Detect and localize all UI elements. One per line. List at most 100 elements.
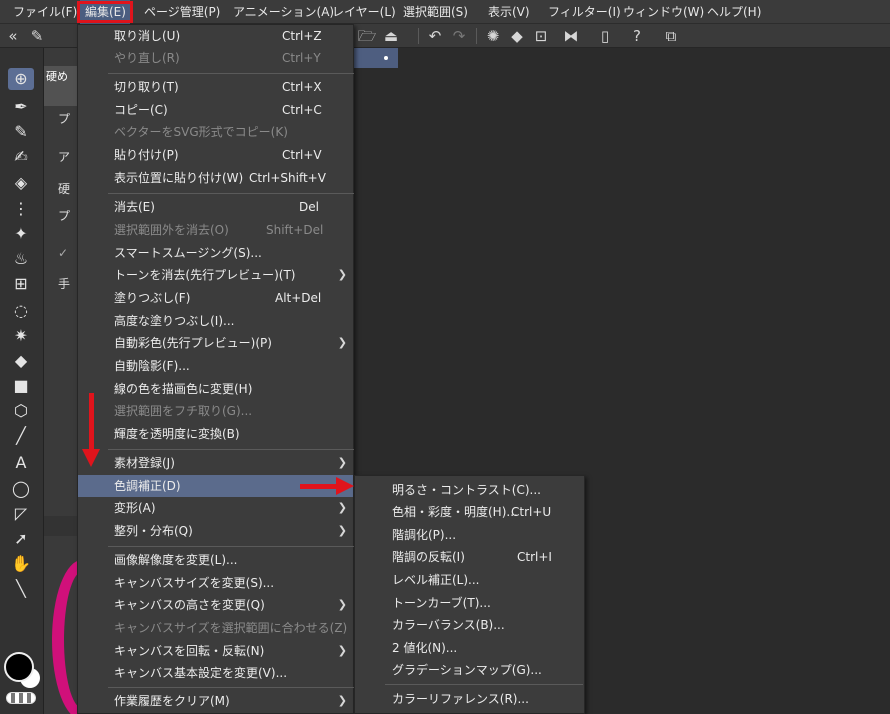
menu-item-canvas-properties[interactable]: キャンバス基本設定を変更(V)... (78, 662, 353, 684)
subtool-checkbox[interactable]: ✓ (58, 246, 68, 260)
edit-menu: 取り消し(U) Ctrl+Z やり直し(R) Ctrl+Y 切り取り(T) Ctrl+… (77, 24, 354, 714)
gradient-tool-icon[interactable]: ■ (8, 375, 34, 397)
menu-window[interactable]: ウィンドウ(W) (623, 0, 704, 24)
menu-item-rotate-flip[interactable]: キャンバスを回転・反転(N) ❯ (78, 640, 353, 662)
menu-item-advanced-fill[interactable]: 高度な塗りつぶし(I)... (78, 310, 353, 332)
grid-tool-icon[interactable]: ⊞ (8, 273, 34, 295)
settings-icon[interactable]: ⧉ (660, 25, 682, 47)
menu-file[interactable]: ファイル(F) (13, 0, 77, 24)
airbrush-tool-icon[interactable]: ✦ (8, 223, 34, 245)
menu-item-copy-svg[interactable]: ベクターをSVG形式でコピー(K) (78, 121, 353, 143)
menu-selection[interactable]: 選択範囲(S) (403, 0, 468, 24)
menu-item-transform[interactable]: 変形(A) ❯ (78, 497, 353, 519)
menu-item-cut[interactable]: 切り取り(T) Ctrl+X (78, 76, 353, 98)
undo-icon[interactable]: ↶ (424, 25, 446, 47)
download-tool-icon[interactable]: ⊕ (8, 68, 34, 90)
submenu-item-color-reference[interactable]: カラーリファレンス(R)... (355, 688, 584, 710)
menu-item-canvas-height[interactable]: キャンバスの高さを変更(Q) ❯ (78, 594, 353, 616)
line-tool-icon[interactable]: ╱ (8, 425, 34, 447)
main-color-swatch[interactable] (4, 652, 34, 682)
menu-filter[interactable]: フィルター(I) (548, 0, 621, 24)
menu-item-undo[interactable]: 取り消し(U) Ctrl+Z (78, 25, 353, 47)
text-tool-icon[interactable]: A (8, 452, 34, 474)
menu-item-resolution[interactable]: 画像解像度を変更(L)... (78, 549, 353, 571)
submenu-item-brightness-contrast[interactable]: 明るさ・コントラスト(C)... (355, 479, 584, 501)
annotation-arrow-down (89, 393, 94, 451)
menu-item-fill[interactable]: 塗りつぶし(F) Alt+Del (78, 287, 353, 309)
transform-icon[interactable]: ⊡ (530, 25, 552, 47)
highlight-box (77, 1, 133, 23)
unsaved-dot-icon (384, 56, 388, 60)
menu-item-luminance-transparency[interactable]: 輝度を透明度に変換(B) (78, 423, 353, 445)
subtool-text-5: 手 (58, 277, 71, 291)
brush-tool-icon[interactable]: ✍ (8, 146, 34, 168)
transparent-color-swatch[interactable] (6, 692, 36, 704)
pen-icon[interactable]: ✎ (26, 25, 48, 47)
menu-item-erase-tone[interactable]: トーンを消去(先行プレビュー)(T) ❯ (78, 264, 353, 286)
submenu-item-reverse-gradient[interactable]: 階調の反転(I) Ctrl+I (355, 546, 584, 568)
submenu-arrow-icon: ❯ (337, 694, 347, 707)
magic-wand-icon[interactable]: ✷ (8, 325, 34, 347)
pen-tool-icon[interactable]: ✒ (8, 96, 34, 118)
menu-item-align[interactable]: 整列・分布(Q) ❯ (78, 520, 353, 542)
menu-item-auto-shading[interactable]: 自動陰影(F)... (78, 355, 353, 377)
menu-help[interactable]: ヘルプ(H) (707, 0, 761, 24)
blend-tool-icon[interactable]: ⋮ (8, 198, 34, 220)
submenu-item-hue-saturation[interactable]: 色相・彩度・明度(H)... Ctrl+U (355, 501, 584, 523)
menu-item-paste[interactable]: 貼り付け(P) Ctrl+V (78, 144, 353, 166)
balloon-tool-icon[interactable]: ◯ (8, 478, 34, 500)
fill-tool-icon[interactable]: ◆ (8, 350, 34, 372)
device-icon[interactable]: ▯ (594, 25, 616, 47)
menu-view[interactable]: 表示(V) (488, 0, 530, 24)
submenu-item-tone-curve[interactable]: トーンカーブ(T)... (355, 592, 584, 614)
flip-icon[interactable]: ⧓ (560, 25, 582, 47)
3d-tool-icon[interactable]: ⬡ (8, 400, 34, 422)
menu-page[interactable]: ページ管理(P) (144, 0, 220, 24)
eyedropper-tool-icon[interactable]: ╲ (8, 578, 34, 600)
menu-item-redo[interactable]: やり直し(R) Ctrl+Y (78, 47, 353, 69)
pencil-tool-icon[interactable]: ✎ (8, 121, 34, 143)
menu-item-border-selection[interactable]: 選択範囲をフチ取り(G)... (78, 400, 353, 422)
decoration-tool-icon[interactable]: ♨ (8, 248, 34, 270)
tool-palette: ⊕ ✒ ✎ ✍ ◈ ⋮ ✦ ♨ ⊞ ◌ ✷ ◆ ■ ⬡ ╱ A ◯ ◸ ➚ ✋ … (0, 48, 44, 714)
menu-item-fit-to-selection[interactable]: キャンバスサイズを選択範囲に合わせる(Z) (78, 617, 353, 639)
menu-item-canvas-size[interactable]: キャンバスサイズを変更(S)... (78, 572, 353, 594)
collapse-icon[interactable]: « (2, 25, 24, 47)
submenu-item-posterize[interactable]: 階調化(P)... (355, 524, 584, 546)
canvas-tab[interactable] (354, 48, 398, 68)
subtool-tab-label: 硬め (46, 70, 68, 83)
submenu-arrow-icon: ❯ (337, 644, 347, 657)
menu-item-paste-in-place[interactable]: 表示位置に貼り付け(W) Ctrl+Shift+V (78, 167, 353, 189)
menu-item-clear-outside[interactable]: 選択範囲外を消去(O) Shift+Del (78, 219, 353, 241)
submenu-item-gradient-map[interactable]: グラデーションマップ(G)... (355, 659, 584, 681)
menu-item-smart-smoothing[interactable]: スマートスムージング(S)... (78, 242, 353, 264)
submenu-item-binarization[interactable]: 2 値化(N)... (355, 637, 584, 659)
loading-icon[interactable]: ✺ (482, 25, 504, 47)
operation-tool-icon[interactable]: ➚ (8, 528, 34, 550)
redo-icon[interactable]: ↷ (448, 25, 470, 47)
menu-item-clear[interactable]: 消去(E) Del (78, 196, 353, 218)
subtool-text-3: 硬 (58, 182, 71, 196)
annotation-arrow-right-head (336, 477, 354, 495)
folder-open-icon[interactable]: 🗁 (356, 25, 378, 47)
eraser-tool-icon[interactable]: ◈ (8, 172, 34, 194)
menu-animation[interactable]: アニメーション(A) (233, 0, 334, 24)
hand-tool-icon[interactable]: ✋ (8, 553, 34, 575)
menu-item-copy[interactable]: コピー(C) Ctrl+C (78, 99, 353, 121)
submenu-arrow-icon: ❯ (337, 598, 347, 611)
lasso-tool-icon[interactable]: ◌ (8, 300, 34, 322)
menu-layer[interactable]: レイヤー(L) (332, 0, 396, 24)
submenu-arrow-icon: ❯ (337, 336, 347, 349)
fill-icon[interactable]: ◆ (506, 25, 528, 47)
export-icon[interactable]: ⏏ (380, 25, 402, 47)
frame-tool-icon[interactable]: ◸ (8, 503, 34, 525)
help-icon[interactable]: ? (626, 25, 648, 47)
menu-item-clear-history[interactable]: 作業履歴をクリア(M) ❯ (78, 690, 353, 712)
menu-item-register-material[interactable]: 素材登録(J) ❯ (78, 452, 353, 474)
menu-item-line-color[interactable]: 線の色を描画色に変更(H) (78, 378, 353, 400)
submenu-item-level-correction[interactable]: レベル補正(L)... (355, 569, 584, 591)
annotation-arrow-down-head (82, 449, 100, 467)
menu-item-auto-color[interactable]: 自動彩色(先行プレビュー)(P) ❯ (78, 332, 353, 354)
submenu-arrow-icon: ❯ (337, 524, 347, 537)
submenu-item-color-balance[interactable]: カラーバランス(B)... (355, 614, 584, 636)
